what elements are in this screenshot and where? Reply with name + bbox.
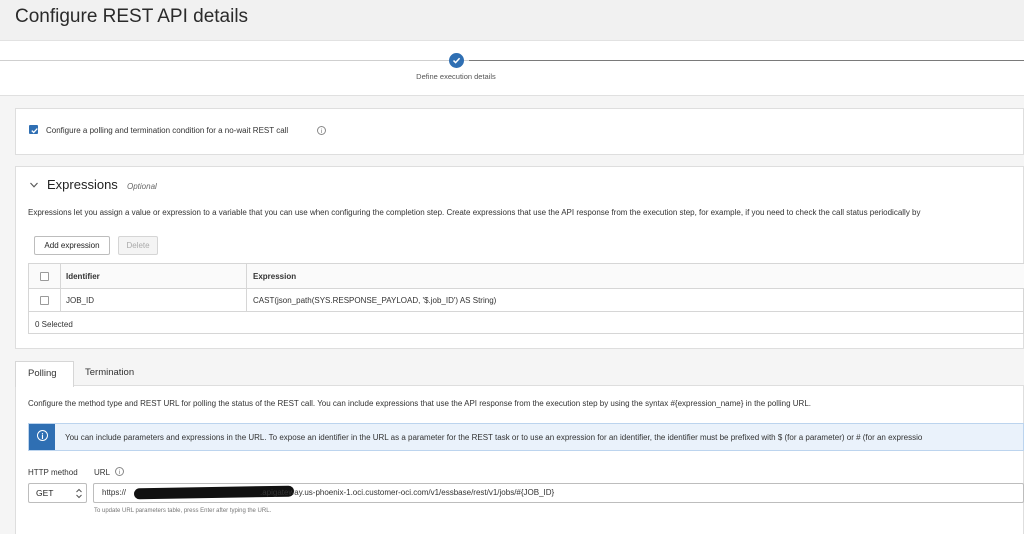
step-complete-check-icon[interactable]	[449, 53, 464, 68]
info-icon[interactable]: i	[115, 467, 124, 476]
url-label: URL	[94, 468, 111, 477]
expressions-title: Expressions	[47, 177, 118, 192]
column-divider	[246, 264, 247, 312]
select-chevron-icon	[76, 488, 82, 499]
row-identifier[interactable]: JOB_ID	[66, 296, 94, 305]
url-suffix: .apigateway.us-phoenix-1.oci.customer-oc…	[260, 488, 555, 497]
row-checkbox[interactable]	[40, 296, 49, 305]
info-icon: i	[29, 424, 55, 450]
optional-label: Optional	[127, 182, 157, 191]
table-header	[29, 264, 1024, 289]
row-expression[interactable]: CAST(json_path(SYS.RESPONSE_PAYLOAD, '$.…	[253, 296, 496, 305]
selection-count: 0 Selected	[35, 320, 73, 329]
title-bar: Configure REST API details	[0, 0, 1024, 41]
column-divider	[60, 264, 61, 312]
page-title: Configure REST API details	[15, 6, 249, 27]
tab-termination-label: Termination	[85, 367, 135, 378]
tab-polling[interactable]: Polling	[15, 361, 74, 387]
info-banner: i You can include parameters and express…	[28, 423, 1024, 451]
tab-polling-label: Polling	[28, 368, 57, 379]
url-hint: To update URL parameters table, press En…	[94, 508, 272, 514]
row-divider	[29, 311, 1024, 312]
http-method-label: HTTP method	[28, 468, 78, 477]
expressions-table: Identifier Expression JOB_ID CAST(json_p…	[28, 263, 1024, 334]
column-header-expression[interactable]: Expression	[253, 272, 296, 281]
http-method-select[interactable]: GET	[28, 483, 87, 503]
chevron-down-icon[interactable]	[29, 180, 39, 190]
tab-termination[interactable]: Termination	[85, 367, 134, 378]
step-label-define-execution[interactable]: Define execution details	[380, 72, 532, 81]
info-icon[interactable]: i	[317, 126, 326, 135]
add-expression-button[interactable]: Add expression	[34, 236, 110, 255]
url-input[interactable]: https:// .apigateway.us-phoenix-1.oci.cu…	[93, 483, 1024, 503]
http-method-value: GET	[36, 488, 54, 498]
polling-condition-checkbox[interactable]	[29, 125, 38, 134]
train-stepper: Define execution details	[0, 41, 1024, 96]
column-header-identifier[interactable]: Identifier	[66, 272, 100, 281]
select-all-checkbox[interactable]	[40, 272, 49, 281]
polling-description: Configure the method type and REST URL f…	[28, 399, 811, 408]
delete-button[interactable]: Delete	[118, 236, 158, 255]
url-prefix: https://	[102, 488, 127, 497]
polling-condition-label: Configure a polling and termination cond…	[46, 126, 289, 135]
expressions-description: Expressions let you assign a value or ex…	[28, 208, 921, 217]
polling-option-panel: Configure a polling and termination cond…	[15, 108, 1024, 155]
stepper-connector	[469, 60, 1024, 61]
info-banner-text: You can include parameters and expressio…	[65, 433, 923, 442]
